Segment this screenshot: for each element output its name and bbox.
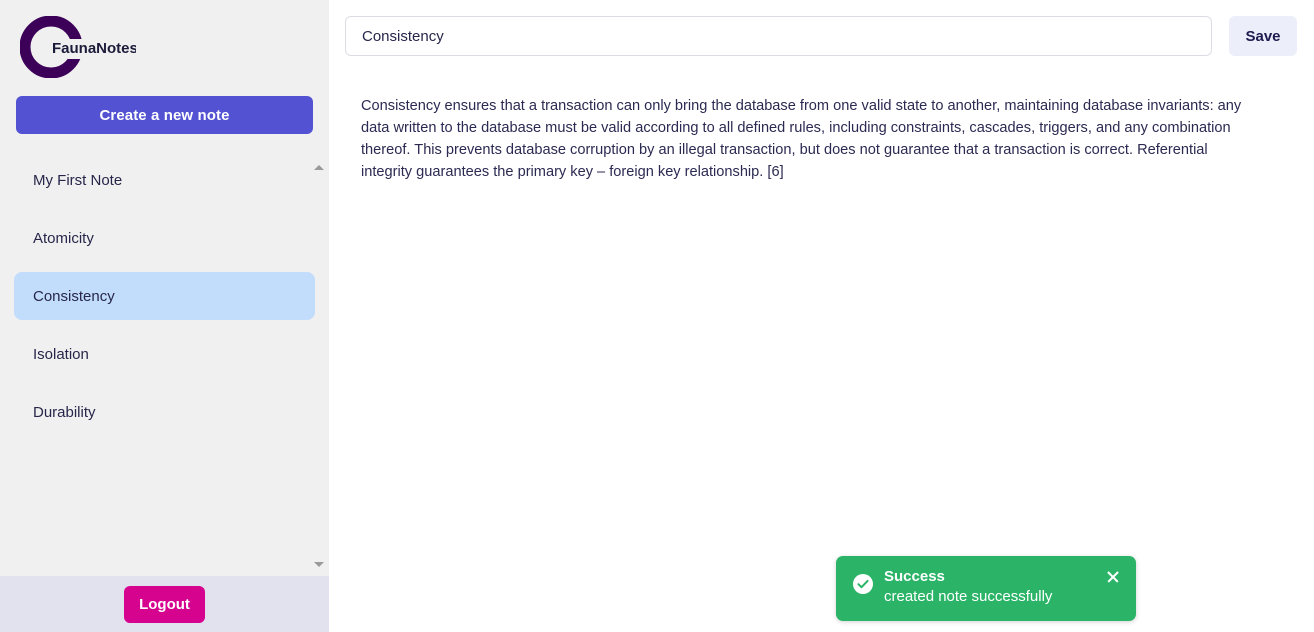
faunanotes-logo: FaunaNotes xyxy=(16,15,136,81)
scrollbar-track[interactable] xyxy=(314,170,324,562)
note-list-item-atomicity[interactable]: Atomicity xyxy=(14,214,315,262)
sidebar-footer: Logout xyxy=(0,576,329,632)
note-item-label: Isolation xyxy=(33,346,89,363)
editor-toolbar: Save xyxy=(345,16,1297,56)
logo-container: FaunaNotes xyxy=(0,0,329,96)
note-title-input[interactable] xyxy=(345,16,1212,56)
notes-list: My First Note Atomicity Consistency Isol… xyxy=(14,156,315,436)
note-item-label: Durability xyxy=(33,404,96,421)
main-content: Save Consistency ensures that a transact… xyxy=(329,0,1314,632)
success-toast: Success created note successfully xyxy=(836,556,1136,621)
notes-list-scroll-area: My First Note Atomicity Consistency Isol… xyxy=(0,156,329,576)
note-item-label: Consistency xyxy=(33,288,115,305)
logo-wordmark: FaunaNotes xyxy=(52,40,136,57)
sidebar: FaunaNotes Create a new note My First No… xyxy=(0,0,329,632)
note-list-item-isolation[interactable]: Isolation xyxy=(14,330,315,378)
note-list-item-my-first-note[interactable]: My First Note xyxy=(14,156,315,204)
toast-message: created note successfully xyxy=(884,586,1104,608)
note-item-label: Atomicity xyxy=(33,230,94,247)
note-item-label: My First Note xyxy=(33,172,122,189)
create-note-container: Create a new note xyxy=(0,96,329,134)
app-root: FaunaNotes Create a new note My First No… xyxy=(0,0,1314,632)
sidebar-scrollbar[interactable] xyxy=(312,156,326,576)
note-list-item-durability[interactable]: Durability xyxy=(14,388,315,436)
note-list-item-consistency[interactable]: Consistency xyxy=(14,272,315,320)
toast-text-block: Success created note successfully xyxy=(884,567,1104,608)
toast-close-icon[interactable] xyxy=(1104,568,1122,586)
toast-title: Success xyxy=(884,567,1104,586)
save-button[interactable]: Save xyxy=(1229,16,1297,56)
create-new-note-button[interactable]: Create a new note xyxy=(16,96,313,134)
logout-button[interactable]: Logout xyxy=(124,586,205,623)
note-body-text[interactable]: Consistency ensures that a transaction c… xyxy=(345,95,1270,183)
check-circle-icon xyxy=(853,574,873,599)
logo-mark-icon: FaunaNotes xyxy=(16,15,136,81)
scroll-down-arrow-icon[interactable] xyxy=(314,562,324,567)
